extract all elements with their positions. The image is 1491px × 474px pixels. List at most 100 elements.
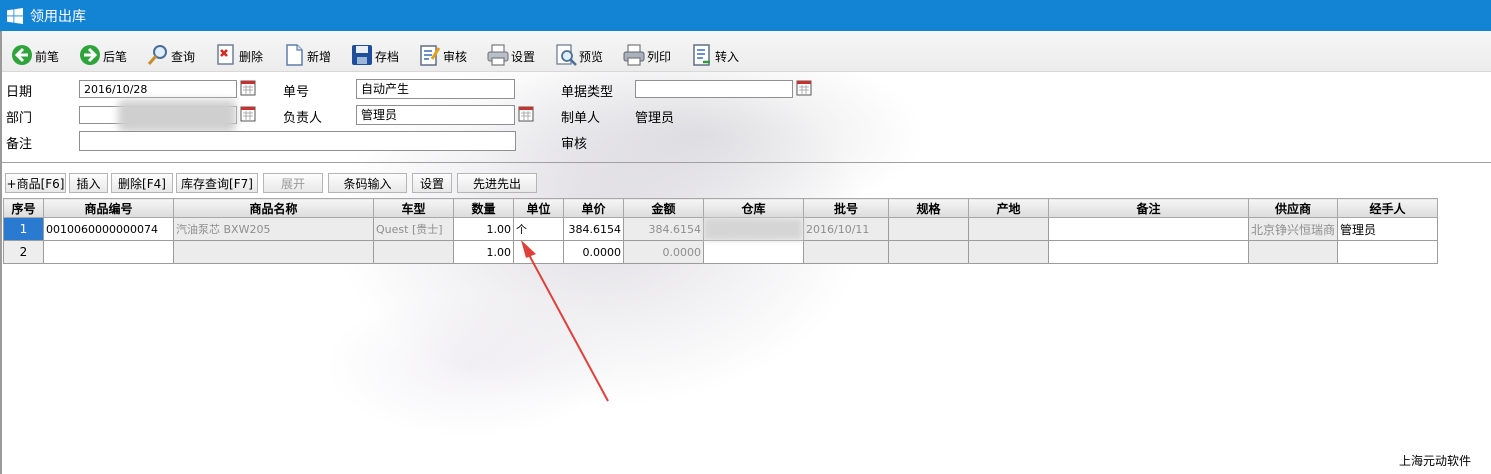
cell-model[interactable] bbox=[373, 240, 454, 264]
insert-row-button[interactable]: 插入 bbox=[69, 173, 108, 193]
col-header-handler[interactable]: 经手人 bbox=[1337, 198, 1439, 218]
cell-warehouse[interactable] bbox=[703, 240, 804, 264]
delete-row-button[interactable]: 删除[F4] bbox=[111, 173, 173, 193]
col-header-model[interactable]: 车型 bbox=[373, 198, 454, 218]
new-doc-icon bbox=[286, 44, 303, 66]
audit-label: 审核 bbox=[443, 50, 468, 64]
redacted-dept-value bbox=[118, 100, 236, 132]
delete-label: 删除 bbox=[239, 50, 264, 64]
header-form: 日期 2016/10/28 单号 自动产生 单据类型 部门 负责人 管理员 制单… bbox=[0, 72, 1491, 162]
expand-button[interactable]: 展开 bbox=[263, 173, 323, 193]
cell-amount[interactable]: 0.0000 bbox=[623, 240, 704, 264]
grid-settings-button[interactable]: 设置 bbox=[412, 173, 452, 193]
audit-doc-icon bbox=[420, 45, 441, 66]
cell-origin[interactable] bbox=[968, 217, 1049, 241]
col-header-code[interactable]: 商品编号 bbox=[43, 198, 174, 218]
form-divider bbox=[0, 162, 1491, 163]
owner-picker-icon[interactable] bbox=[518, 106, 534, 122]
preview-button[interactable]: 预览 bbox=[554, 37, 603, 67]
doc-type-field[interactable] bbox=[635, 80, 793, 98]
order-no-field[interactable]: 自动产生 bbox=[356, 79, 515, 99]
new-button[interactable]: 新增 bbox=[282, 37, 331, 67]
grid-header-row: 序号 商品编号 商品名称 车型 数量 单位 单价 金额 仓库 批号 规格 产地 … bbox=[3, 198, 1439, 218]
remark-label: 备注 bbox=[6, 137, 33, 152]
cell-origin[interactable] bbox=[968, 240, 1049, 264]
cell-handler[interactable]: 管理员 bbox=[1337, 217, 1439, 241]
date-field[interactable]: 2016/10/28 bbox=[79, 80, 237, 98]
cell-handler[interactable] bbox=[1337, 240, 1439, 264]
date-label: 日期 bbox=[6, 85, 33, 100]
cell-spec[interactable] bbox=[888, 217, 969, 241]
query-label: 查询 bbox=[171, 50, 196, 64]
audit-button[interactable]: 审核 bbox=[418, 37, 467, 67]
cell-unit[interactable]: 个 bbox=[513, 217, 564, 241]
title-bar: 领用出库 bbox=[0, 0, 1491, 31]
print-setup-label: 设置 bbox=[511, 50, 536, 64]
print-label: 列印 bbox=[647, 50, 672, 64]
cell-qty[interactable]: 1.00 bbox=[453, 217, 514, 241]
col-header-price[interactable]: 单价 bbox=[563, 198, 624, 218]
cell-supplier[interactable]: 北京铮兴恒瑞商 bbox=[1247, 217, 1339, 241]
cell-spec[interactable] bbox=[888, 240, 969, 264]
cell-model[interactable]: Quest [贵士] bbox=[373, 217, 454, 241]
items-grid: 序号 商品编号 商品名称 车型 数量 单位 单价 金额 仓库 批号 规格 产地 … bbox=[3, 198, 1439, 264]
table-row[interactable]: 1 0010060000000074 汽油泵芯 BXW205 Quest [贵士… bbox=[3, 217, 1439, 241]
cell-code[interactable]: 0010060000000074 bbox=[43, 217, 174, 241]
col-header-batch[interactable]: 批号 bbox=[803, 198, 889, 218]
calendar-icon[interactable] bbox=[240, 80, 256, 96]
cell-batch[interactable]: 2016/10/11 bbox=[803, 217, 889, 241]
import-button[interactable]: 转入 bbox=[690, 37, 739, 67]
printer-setup-icon bbox=[487, 44, 509, 66]
doc-type-picker-icon[interactable] bbox=[796, 80, 812, 96]
col-header-supplier[interactable]: 供应商 bbox=[1247, 198, 1339, 218]
new-label: 新增 bbox=[307, 50, 332, 64]
forward-arrow-icon bbox=[80, 45, 100, 65]
cell-qty[interactable]: 1.00 bbox=[453, 240, 514, 264]
cell-remark[interactable] bbox=[1048, 217, 1249, 241]
fifo-button[interactable]: 先进先出 bbox=[457, 173, 537, 193]
magnifier-icon bbox=[147, 45, 167, 65]
cell-code[interactable] bbox=[43, 240, 174, 264]
stock-query-button[interactable]: 库存查询[F7] bbox=[176, 173, 258, 193]
remark-field[interactable] bbox=[79, 131, 516, 151]
next-record-button[interactable]: 后笔 bbox=[78, 37, 127, 67]
cell-price[interactable]: 0.0000 bbox=[563, 240, 624, 264]
cell-batch[interactable] bbox=[803, 240, 889, 264]
row-index[interactable]: 2 bbox=[3, 240, 44, 264]
windows-logo-icon bbox=[7, 8, 23, 24]
col-header-warehouse[interactable]: 仓库 bbox=[703, 198, 804, 218]
cell-price[interactable]: 384.6154 bbox=[563, 217, 624, 241]
col-header-index[interactable]: 序号 bbox=[3, 198, 44, 218]
prev-record-button[interactable]: 前笔 bbox=[10, 37, 59, 67]
save-button[interactable]: 存档 bbox=[350, 37, 399, 67]
cell-amount[interactable]: 384.6154 bbox=[623, 217, 704, 241]
dept-picker-icon[interactable] bbox=[240, 106, 256, 122]
col-header-name[interactable]: 商品名称 bbox=[173, 198, 374, 218]
barcode-input-button[interactable]: 条码输入 bbox=[328, 173, 407, 193]
col-header-spec[interactable]: 规格 bbox=[888, 198, 969, 218]
print-button[interactable]: 列印 bbox=[622, 37, 671, 67]
col-header-origin[interactable]: 产地 bbox=[968, 198, 1049, 218]
col-header-qty[interactable]: 数量 bbox=[453, 198, 514, 218]
owner-field[interactable]: 管理员 bbox=[356, 105, 515, 125]
cell-name[interactable]: 汽油泵芯 BXW205 bbox=[173, 217, 374, 241]
next-record-label: 后笔 bbox=[103, 50, 128, 64]
prev-record-label: 前笔 bbox=[35, 50, 60, 64]
cell-remark[interactable] bbox=[1048, 240, 1249, 264]
delete-button[interactable]: 删除 bbox=[214, 37, 263, 67]
row-index[interactable]: 1 bbox=[3, 217, 44, 241]
col-header-amount[interactable]: 金额 bbox=[623, 198, 704, 218]
cell-name[interactable] bbox=[173, 240, 374, 264]
cell-unit[interactable] bbox=[513, 240, 564, 264]
query-button[interactable]: 查询 bbox=[146, 37, 195, 67]
import-doc-icon bbox=[693, 44, 710, 66]
maker-value: 管理员 bbox=[635, 111, 675, 126]
print-setup-button[interactable]: 设置 bbox=[486, 37, 535, 67]
cell-warehouse-redacted[interactable] bbox=[703, 217, 804, 241]
add-product-button[interactable]: +商品[F6] bbox=[5, 173, 66, 193]
col-header-unit[interactable]: 单位 bbox=[513, 198, 564, 218]
cell-supplier[interactable] bbox=[1247, 240, 1339, 264]
table-row[interactable]: 2 1.00 0.0000 0.0000 bbox=[3, 240, 1439, 264]
window-title: 领用出库 bbox=[30, 9, 86, 25]
col-header-remark[interactable]: 备注 bbox=[1048, 198, 1249, 218]
